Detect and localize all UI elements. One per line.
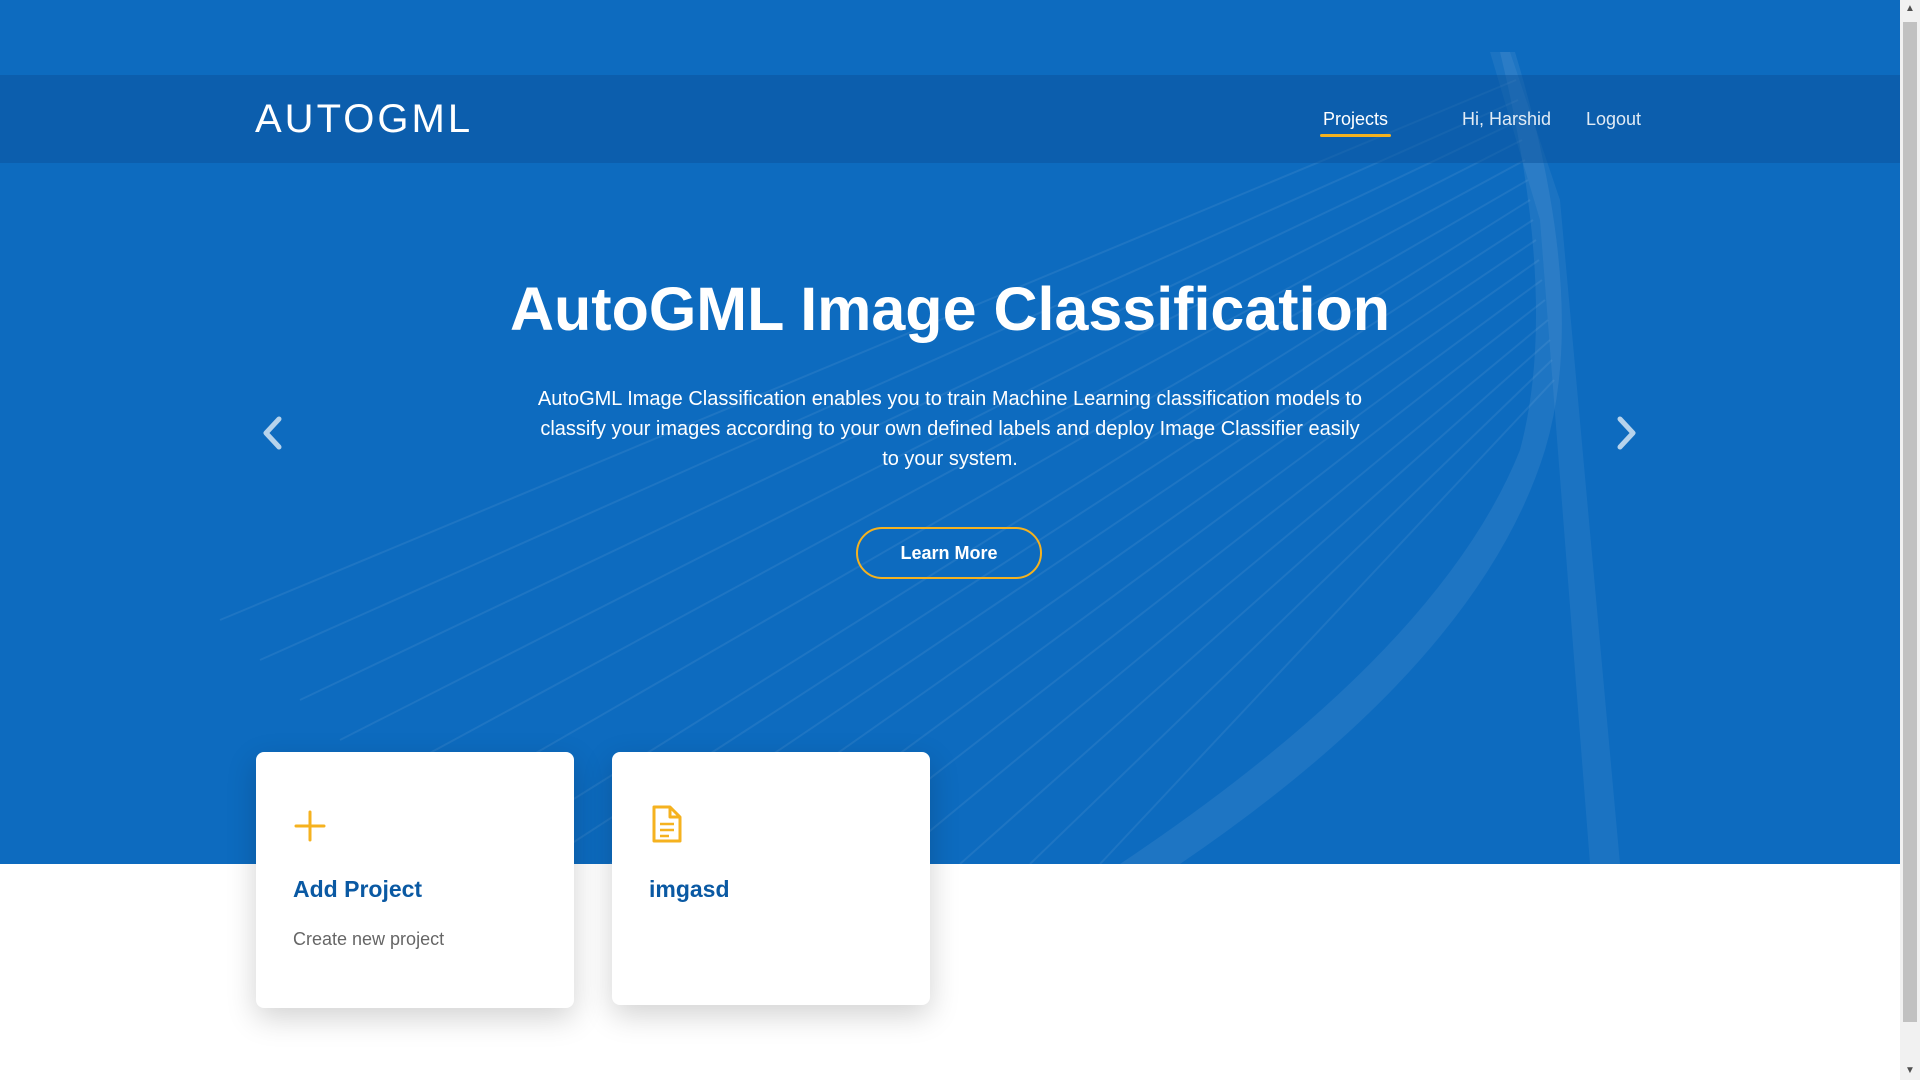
- page: AUTOGML Projects Hi, Harshid Logout Auto…: [0, 0, 1920, 1080]
- active-nav-indicator: [1320, 134, 1391, 137]
- plus-icon: [294, 810, 326, 842]
- document-icon: [652, 805, 682, 843]
- carousel-next-button[interactable]: [1612, 413, 1642, 453]
- nav-link-logout[interactable]: Logout: [1586, 109, 1641, 130]
- carousel-prev-button[interactable]: [257, 413, 287, 453]
- nav-link-projects[interactable]: Projects: [1323, 109, 1388, 130]
- scrollbar-thumb[interactable]: [1903, 22, 1917, 1022]
- card-title: imgasd: [649, 876, 730, 902]
- chevron-left-icon: [263, 416, 282, 450]
- scroll-down-arrow-icon[interactable]: ▼: [1900, 1062, 1920, 1080]
- hero-banner: AUTOGML Projects Hi, Harshid Logout Auto…: [0, 0, 1900, 864]
- nav-link-user-greeting[interactable]: Hi, Harshid: [1462, 109, 1551, 130]
- learn-more-button[interactable]: Learn More: [856, 527, 1042, 579]
- hero-description: AutoGML Image Classification enables you…: [537, 388, 1363, 470]
- chevron-right-icon: [1617, 416, 1636, 450]
- top-navbar: AUTOGML Projects Hi, Harshid Logout: [0, 75, 1900, 163]
- page-scrollbar[interactable]: ▲ ▼: [1900, 0, 1920, 1080]
- brand-logo[interactable]: AUTOGML: [255, 97, 473, 142]
- card-title: Add Project: [293, 876, 423, 902]
- hero-title: AutoGML Image Classification: [509, 275, 1391, 343]
- card-subtitle: Create new project: [293, 929, 445, 949]
- scroll-up-arrow-icon[interactable]: ▲: [1900, 0, 1920, 18]
- project-card[interactable]: imgasd: [612, 752, 930, 1005]
- add-project-card[interactable]: Add Project Create new project: [256, 752, 574, 1008]
